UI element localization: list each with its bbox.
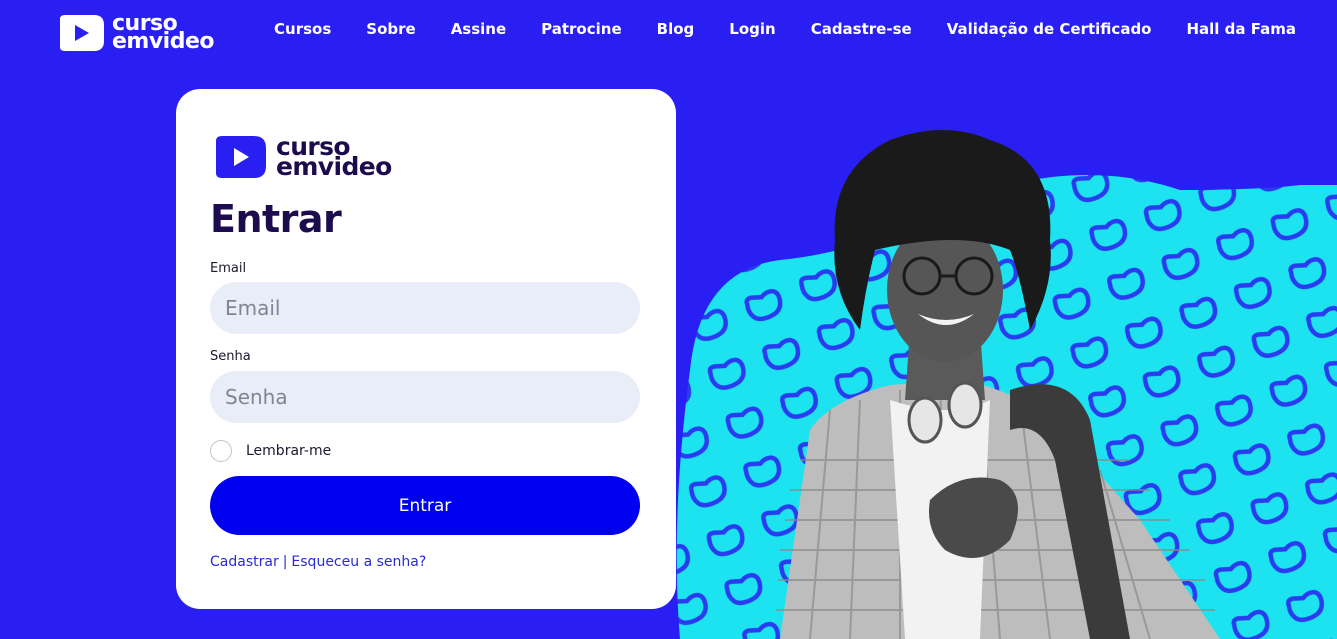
nav-cursos[interactable]: Cursos xyxy=(274,20,331,38)
nav-hall-da-fama[interactable]: Hall da Fama xyxy=(1186,20,1296,38)
password-input[interactable] xyxy=(210,371,640,423)
nav-validacao-certificado[interactable]: Validação de Certificado xyxy=(947,20,1152,38)
logo-line2: emvideo xyxy=(112,29,215,54)
link-separator: | xyxy=(282,554,288,570)
remember-me-label: Lembrar-me xyxy=(246,443,332,459)
register-link[interactable]: Cadastrar xyxy=(210,554,279,570)
nav-login[interactable]: Login xyxy=(729,20,775,38)
top-navbar: curso emvideo Cursos Sobre Assine Patroc… xyxy=(0,0,1337,62)
auth-links: Cadastrar | Esqueceu a senha? xyxy=(210,554,426,570)
forgot-password-link[interactable]: Esqueceu a senha? xyxy=(291,554,426,570)
card-logo: curso emvideo xyxy=(210,133,392,181)
hero-illustration xyxy=(676,130,1337,639)
card-logo-text: curso emvideo xyxy=(276,134,392,181)
site-logo-text: curso emvideo xyxy=(112,12,215,54)
play-icon xyxy=(216,136,266,178)
nav-blog[interactable]: Blog xyxy=(657,20,695,38)
site-logo[interactable]: curso emvideo xyxy=(54,12,224,54)
nav-sobre[interactable]: Sobre xyxy=(366,20,415,38)
play-icon xyxy=(60,15,104,51)
email-label: Email xyxy=(210,261,247,276)
main-nav: Cursos Sobre Assine Patrocine Blog Login… xyxy=(239,20,1296,38)
card-logo-line2: emvideo xyxy=(276,152,392,181)
remember-me[interactable]: Lembrar-me xyxy=(210,440,331,462)
email-input[interactable] xyxy=(210,282,640,334)
login-card: curso emvideo Entrar Email Senha Lembrar… xyxy=(176,89,676,609)
login-title: Entrar xyxy=(210,197,342,241)
nav-cadastre-se[interactable]: Cadastre-se xyxy=(811,20,912,38)
nav-assine[interactable]: Assine xyxy=(451,20,506,38)
nav-patrocine[interactable]: Patrocine xyxy=(541,20,621,38)
login-button[interactable]: Entrar xyxy=(210,476,640,535)
remember-me-radio[interactable] xyxy=(210,440,232,462)
password-label: Senha xyxy=(210,349,251,364)
